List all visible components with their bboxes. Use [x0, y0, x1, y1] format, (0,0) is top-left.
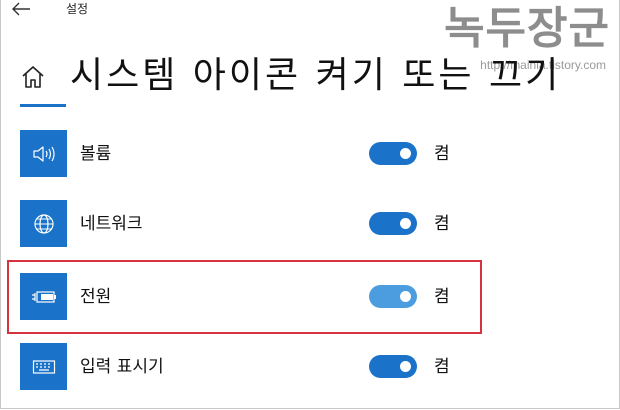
toggle-knob [400, 361, 411, 372]
network-toggle[interactable] [369, 212, 417, 235]
toggle-state: 켬 [434, 357, 450, 377]
toggle-knob [400, 291, 411, 302]
toggle-state: 켬 [434, 214, 450, 234]
battery-icon-tile [20, 273, 67, 320]
setting-label: 볼륨 [80, 144, 112, 164]
page-title: 시스템 아이콘 켜기 또는 끄기 [70, 55, 562, 96]
setting-row-power: 전원 켬 [20, 273, 460, 321]
toggle-state: 켬 [434, 287, 450, 307]
setting-label: 입력 표시기 [80, 357, 164, 377]
input-indicator-toggle[interactable] [369, 355, 417, 378]
home-underline [20, 104, 66, 107]
watermark-title: 녹두장군 [444, 3, 610, 54]
setting-label: 네트워크 [80, 214, 143, 234]
power-toggle[interactable] [369, 285, 417, 308]
volume-toggle[interactable] [369, 142, 417, 165]
toggle-state: 켬 [434, 144, 450, 164]
volume-icon [32, 145, 55, 162]
back-arrow-icon [12, 2, 30, 16]
toggle-knob [400, 218, 411, 229]
toggle-knob [400, 148, 411, 159]
volume-icon-tile [20, 130, 67, 177]
setting-row-input-indicator: 입력 표시기 켬 [20, 343, 460, 391]
setting-row-network: 네트워크 켬 [20, 200, 460, 248]
window-title: 설정 [66, 2, 89, 16]
globe-icon [33, 213, 54, 234]
home-icon [22, 66, 44, 88]
keyboard-icon [32, 359, 55, 374]
back-button[interactable] [10, 0, 32, 18]
keyboard-icon-tile [20, 343, 67, 390]
home-button[interactable] [20, 64, 46, 90]
setting-label: 전원 [80, 287, 112, 307]
battery-icon [31, 290, 56, 303]
globe-icon-tile [20, 200, 67, 247]
setting-row-volume: 볼륨 켬 [20, 130, 460, 178]
